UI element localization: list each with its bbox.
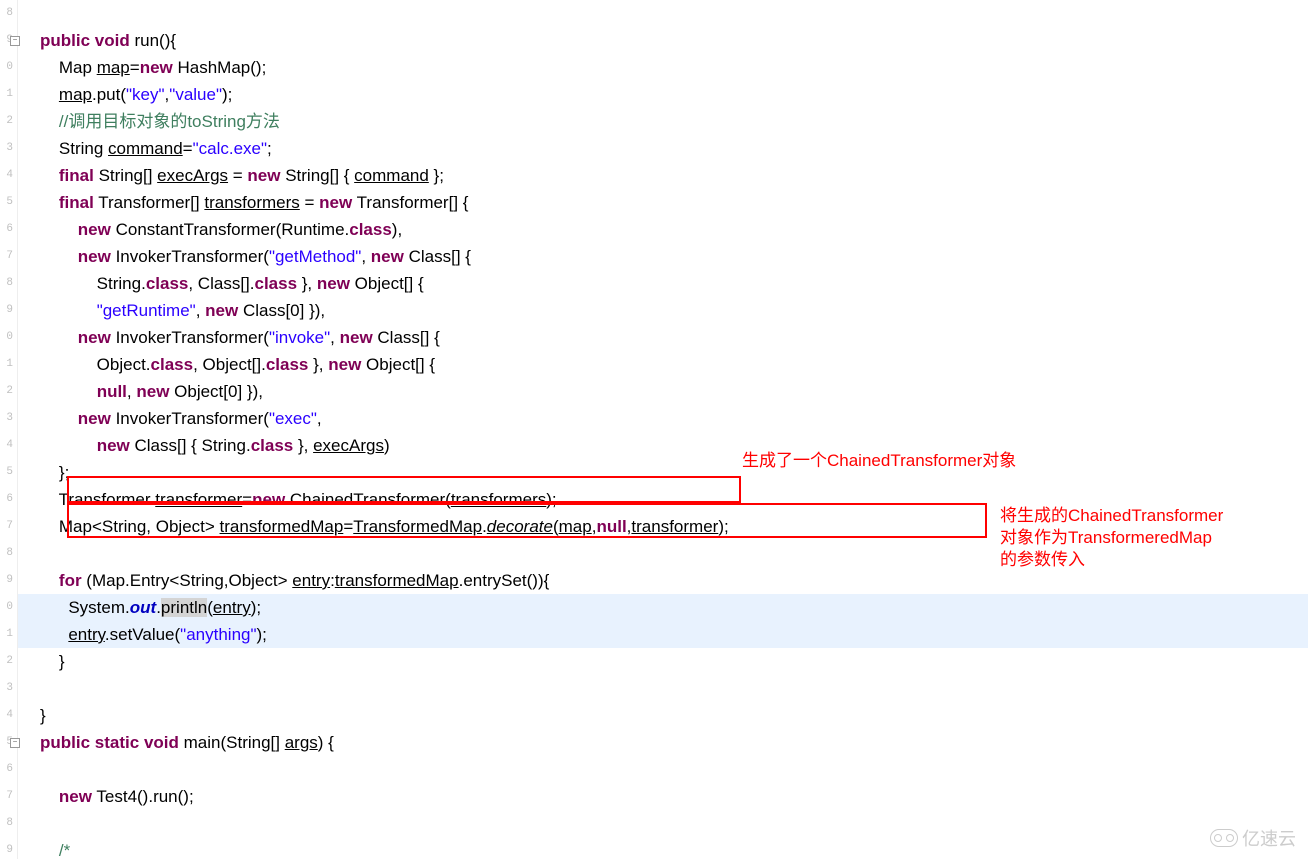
- gutter-line: 3: [0, 675, 13, 702]
- watermark: 亿速云: [1210, 825, 1296, 851]
- gutter-line: 5: [0, 459, 13, 486]
- gutter-line: 2: [0, 108, 13, 135]
- code-line[interactable]: String.class, Class[].class }, new Objec…: [40, 270, 1308, 297]
- code-line[interactable]: map.put("key","value");: [40, 81, 1308, 108]
- code-line-highlighted[interactable]: System.out.println(entry);: [18, 594, 1308, 621]
- code-line[interactable]: };: [40, 459, 1308, 486]
- gutter-line: 4: [0, 702, 13, 729]
- gutter-line: 6: [0, 216, 13, 243]
- code-line[interactable]: }: [40, 702, 1308, 729]
- code-line[interactable]: null, new Object[0] }),: [40, 378, 1308, 405]
- gutter-line: 4: [0, 162, 13, 189]
- line-number-gutter: 8 9− 0 1 2 3 4 5 6 7 8 9 0 1 2 3 4 5 6 7…: [0, 0, 18, 859]
- gutter-line: 5: [0, 189, 13, 216]
- gutter-line: 6: [0, 486, 13, 513]
- gutter-line: 8: [0, 0, 13, 27]
- code-line[interactable]: [40, 810, 1308, 837]
- gutter-line: 3: [0, 405, 13, 432]
- code-line[interactable]: final String[] execArgs = new String[] {…: [40, 162, 1308, 189]
- annotation-text-2: 将生成的ChainedTransformer 对象作为Transformered…: [1000, 505, 1223, 571]
- gutter-line: 1: [0, 81, 13, 108]
- code-line[interactable]: String command="calc.exe";: [40, 135, 1308, 162]
- gutter-line: 0: [0, 594, 13, 621]
- gutter-line: 8: [0, 810, 13, 837]
- code-line[interactable]: final Transformer[] transformers = new T…: [40, 189, 1308, 216]
- gutter-line: 7: [0, 783, 13, 810]
- gutter-line: 7: [0, 243, 13, 270]
- gutter-line: 9−: [0, 27, 13, 54]
- gutter-line: 1: [0, 351, 13, 378]
- code-line[interactable]: new Class[] { String.class }, execArgs): [40, 432, 1308, 459]
- code-line[interactable]: Object.class, Object[].class }, new Obje…: [40, 351, 1308, 378]
- gutter-line: 0: [0, 54, 13, 81]
- code-line-highlighted[interactable]: entry.setValue("anything");: [18, 621, 1308, 648]
- gutter-line: 3: [0, 135, 13, 162]
- code-line[interactable]: new InvokerTransformer("exec",: [40, 405, 1308, 432]
- code-line[interactable]: [40, 0, 1308, 27]
- gutter-line: 5−: [0, 729, 13, 756]
- code-editor: 8 9− 0 1 2 3 4 5 6 7 8 9 0 1 2 3 4 5 6 7…: [0, 0, 1308, 859]
- code-line[interactable]: "getRuntime", new Class[0] }),: [40, 297, 1308, 324]
- code-line[interactable]: }: [40, 648, 1308, 675]
- gutter-line: 0: [0, 324, 13, 351]
- gutter-line: 7: [0, 513, 13, 540]
- code-line[interactable]: Map map=new HashMap();: [40, 54, 1308, 81]
- gutter-line: 8: [0, 270, 13, 297]
- gutter-line: 4: [0, 432, 13, 459]
- gutter-line: 2: [0, 378, 13, 405]
- gutter-line: 9: [0, 297, 13, 324]
- code-line[interactable]: for (Map.Entry<String,Object> entry:tran…: [40, 567, 1308, 594]
- watermark-text: 亿速云: [1242, 825, 1296, 851]
- gutter-line: 8: [0, 540, 13, 567]
- code-line[interactable]: [40, 675, 1308, 702]
- code-line[interactable]: //调用目标对象的toString方法: [40, 108, 1308, 135]
- code-line[interactable]: public void run(){: [40, 27, 1308, 54]
- gutter-line: 2: [0, 648, 13, 675]
- gutter-line: 1: [0, 621, 13, 648]
- gutter-line: 9: [0, 837, 13, 864]
- code-content[interactable]: public void run(){ Map map=new HashMap()…: [18, 0, 1308, 859]
- code-line[interactable]: public static void main(String[] args) {: [40, 729, 1308, 756]
- code-line[interactable]: new ConstantTransformer(Runtime.class),: [40, 216, 1308, 243]
- watermark-icon: [1210, 829, 1238, 847]
- gutter-line: 6: [0, 756, 13, 783]
- code-line[interactable]: new InvokerTransformer("getMethod", new …: [40, 243, 1308, 270]
- code-line[interactable]: /*: [40, 837, 1308, 864]
- gutter-line: 9: [0, 567, 13, 594]
- code-line[interactable]: new Test4().run();: [40, 783, 1308, 810]
- code-line[interactable]: [40, 756, 1308, 783]
- annotation-text-1: 生成了一个ChainedTransformer对象: [742, 450, 1016, 472]
- code-line[interactable]: new InvokerTransformer("invoke", new Cla…: [40, 324, 1308, 351]
